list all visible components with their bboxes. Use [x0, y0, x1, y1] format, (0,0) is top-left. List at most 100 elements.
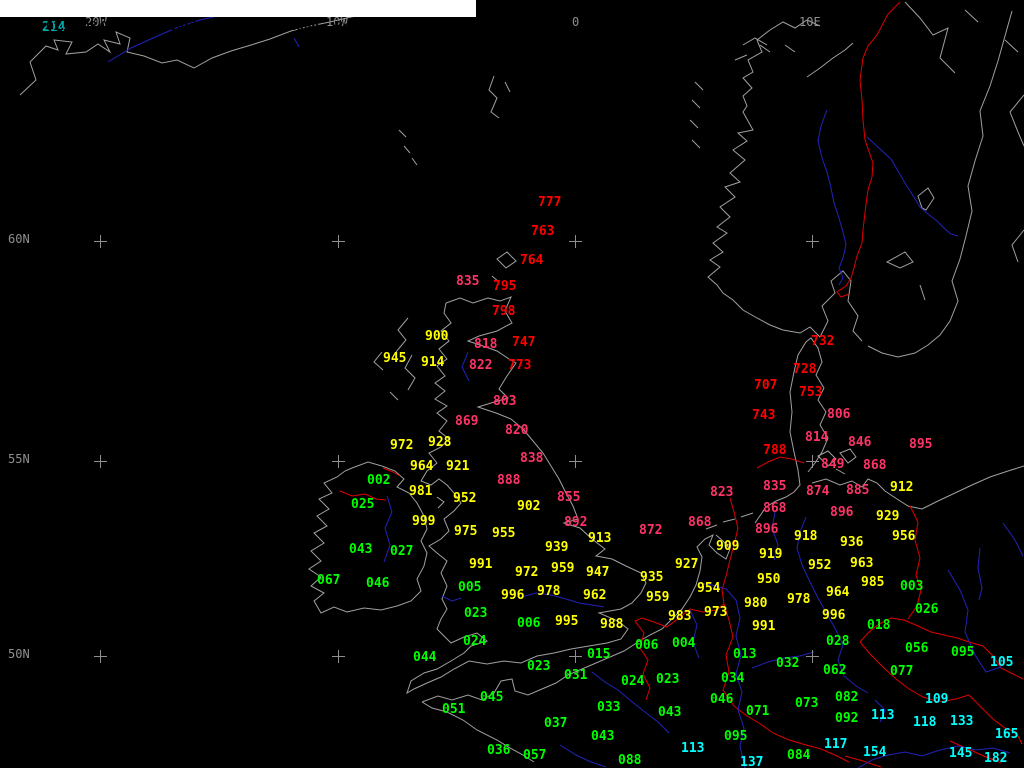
station-value: 927 — [675, 559, 698, 570]
station-value: 896 — [755, 524, 778, 535]
station-value: 928 — [428, 437, 451, 448]
station-value: 964 — [826, 587, 849, 598]
station-value: 952 — [453, 493, 476, 504]
station-value: 728 — [793, 364, 816, 375]
station-value: 005 — [458, 582, 481, 593]
station-value: 095 — [724, 731, 747, 742]
station-value: 088 — [618, 755, 641, 766]
station-value: 798 — [492, 306, 515, 317]
station-value: 972 — [515, 567, 538, 578]
station-value: 814 — [805, 432, 828, 443]
station-value: 026 — [915, 604, 938, 615]
station-value: 939 — [545, 542, 568, 553]
station-value: 849 — [821, 459, 844, 470]
station-value: 822 — [469, 360, 492, 371]
station-value: 936 — [840, 537, 863, 548]
station-value: 025 — [351, 499, 374, 510]
station-value: 959 — [646, 592, 669, 603]
station-value: 846 — [848, 437, 871, 448]
station-value: 988 — [600, 619, 623, 630]
station-value: 909 — [716, 541, 739, 552]
station-value: 872 — [639, 525, 662, 536]
station-value: 036 — [487, 745, 510, 756]
station-value: 980 — [744, 598, 767, 609]
station-value: 707 — [754, 380, 777, 391]
station-value: 823 — [710, 487, 733, 498]
station-value: 874 — [806, 486, 829, 497]
station-value: 015 — [587, 649, 610, 660]
station-value: 954 — [697, 583, 720, 594]
station-value: 109 — [925, 694, 948, 705]
station-value: 981 — [409, 486, 432, 497]
station-value: 057 — [523, 750, 546, 761]
station-value: 918 — [794, 531, 817, 542]
station-value: 182 — [984, 753, 1007, 764]
station-value: 002 — [367, 475, 390, 486]
station-value: 154 — [863, 747, 886, 758]
station-value: 133 — [950, 716, 973, 727]
station-value: 902 — [517, 501, 540, 512]
station-value: 978 — [537, 586, 560, 597]
station-value: 975 — [454, 526, 477, 537]
station-value: 995 — [555, 616, 578, 627]
station-value: 117 — [824, 739, 847, 750]
station-value: 835 — [763, 481, 786, 492]
station-value: 084 — [787, 750, 810, 761]
station-value: 046 — [710, 694, 733, 705]
station-value: 165 — [995, 729, 1018, 740]
station-value: 869 — [455, 416, 478, 427]
station-value: 900 — [425, 331, 448, 342]
station-value: 747 — [512, 337, 535, 348]
station-value: 985 — [861, 577, 884, 588]
station-value: 912 — [890, 482, 913, 493]
station-value: 913 — [588, 533, 611, 544]
station-value: 056 — [905, 643, 928, 654]
station-value: 868 — [863, 460, 886, 471]
stations-layer: 2147777637648357957989008187479459148227… — [0, 0, 1024, 768]
station-value: 062 — [823, 665, 846, 676]
station-value: 868 — [688, 517, 711, 528]
station-value: 803 — [493, 396, 516, 407]
station-value: 972 — [390, 440, 413, 451]
station-value: 095 — [951, 647, 974, 658]
station-value: 006 — [517, 618, 540, 629]
station-value: 763 — [531, 226, 554, 237]
station-value: 028 — [826, 636, 849, 647]
station-value: 023 — [527, 661, 550, 672]
station-value: 082 — [835, 692, 858, 703]
station-value: 959 — [551, 563, 574, 574]
station-value: 956 — [892, 531, 915, 542]
station-value: 996 — [822, 610, 845, 621]
station-value: 024 — [621, 676, 644, 687]
station-value: 991 — [469, 559, 492, 570]
station-value: 962 — [583, 590, 606, 601]
station-value: 077 — [890, 666, 913, 677]
station-value: 118 — [913, 717, 936, 728]
station-value: 046 — [366, 578, 389, 589]
station-value: 023 — [464, 608, 487, 619]
station-value: 045 — [480, 692, 503, 703]
station-value: 743 — [752, 410, 775, 421]
station-value: 855 — [557, 492, 580, 503]
station-value: 788 — [763, 445, 786, 456]
station-value: 018 — [867, 620, 890, 631]
station-value: 935 — [640, 572, 663, 583]
weather-map-window: 20W10W010E60N55N50N 21477776376483579579… — [0, 0, 1024, 768]
station-value: 113 — [681, 743, 704, 754]
station-value: 914 — [421, 357, 444, 368]
station-value: 044 — [413, 652, 436, 663]
station-value: 838 — [520, 453, 543, 464]
station-value: 973 — [704, 607, 727, 618]
station-value: 037 — [544, 718, 567, 729]
station-value: 795 — [493, 281, 516, 292]
station-value: 105 — [990, 657, 1013, 668]
station-value: 051 — [442, 704, 465, 715]
station-value: 978 — [787, 594, 810, 605]
station-value: 024 — [463, 636, 486, 647]
station-value: 888 — [497, 475, 520, 486]
station-value: 885 — [846, 485, 869, 496]
station-value: 034 — [721, 673, 744, 684]
station-value: 043 — [658, 707, 681, 718]
station-value: 806 — [827, 409, 850, 420]
station-value: 067 — [317, 575, 340, 586]
